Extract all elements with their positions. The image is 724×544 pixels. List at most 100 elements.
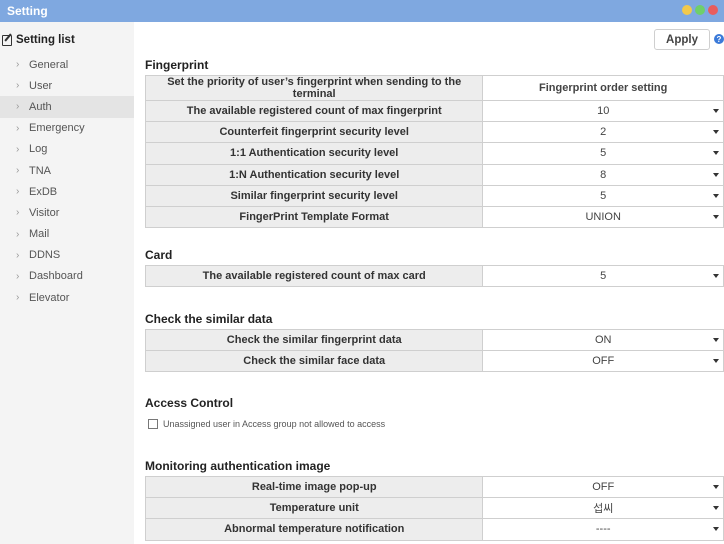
sidebar-item-tna[interactable]: › TNA	[0, 160, 134, 181]
dropdown-arrow-icon	[713, 193, 719, 198]
max-card-select[interactable]: 5	[482, 264, 724, 288]
chevron-right-icon: ›	[16, 165, 20, 177]
setting-label: 1:1 Authentication security level	[144, 142, 484, 165]
setting-label: FingerPrint Template Format	[144, 205, 484, 229]
select-value: 섭씨	[593, 503, 614, 516]
setting-label: 1:N Authentication security level	[144, 163, 484, 186]
select-value: OFF	[592, 355, 615, 368]
sidebar-title: Setting list	[16, 34, 75, 46]
window-title: Setting	[7, 4, 48, 18]
setting-label: The available registered count of max ca…	[144, 264, 484, 288]
close-icon[interactable]	[708, 5, 718, 15]
sidebar-item-exdb[interactable]: › ExDB	[0, 181, 134, 202]
similar-fingerprint-level-select[interactable]: 5	[482, 184, 724, 207]
apply-button[interactable]: Apply	[654, 29, 710, 50]
table-row: 1:1 Authentication security level 5	[144, 142, 724, 165]
checkbox-label: Unassigned user in Access group not allo…	[163, 419, 386, 429]
select-value: 8	[600, 168, 607, 181]
section-title-similar: Check the similar data	[145, 312, 273, 326]
sidebar-item-log[interactable]: › Log	[0, 139, 134, 160]
similar-fingerprint-select[interactable]: ON	[482, 328, 724, 352]
setting-label: Abnormal temperature notification	[144, 518, 484, 541]
abnormal-temperature-select[interactable]: ----	[482, 518, 724, 541]
fingerprint-order-setting-button[interactable]: Fingerprint order setting	[482, 75, 724, 101]
select-value: 10	[597, 105, 610, 118]
table-row: FingerPrint Template Format UNION	[144, 205, 724, 229]
maximize-icon[interactable]	[695, 5, 705, 15]
sidebar-item-label: TNA	[29, 164, 51, 177]
minimize-icon[interactable]	[682, 5, 692, 15]
sidebar-item-label: User	[29, 79, 53, 92]
select-value: ----	[595, 523, 611, 536]
section-title-monitoring: Monitoring authentication image	[145, 459, 331, 473]
chevron-right-icon: ›	[16, 59, 20, 71]
chevron-right-icon: ›	[16, 228, 20, 240]
section-title-fingerprint: Fingerprint	[145, 58, 209, 72]
sidebar-item-label: General	[29, 58, 69, 71]
sidebar-item-visitor[interactable]: › Visitor	[0, 202, 134, 223]
max-fingerprint-select[interactable]: 10	[482, 99, 724, 123]
sidebar-header: Setting list	[2, 34, 75, 46]
sidebar-item-dashboard[interactable]: › Dashboard	[0, 266, 134, 287]
counterfeit-level-select[interactable]: 2	[482, 121, 724, 144]
chevron-right-icon: ›	[16, 143, 20, 155]
table-row: Check the similar fingerprint data ON	[144, 328, 724, 352]
sidebar-item-label: Elevator	[29, 291, 70, 304]
setting-label: Temperature unit	[144, 497, 484, 520]
sidebar-list: › General › User › Auth › Emergency › Log › TN…	[0, 54, 134, 308]
one-to-one-level-select[interactable]: 5	[482, 142, 724, 165]
sidebar-item-auth[interactable]: › Auth	[0, 96, 134, 118]
sidebar-item-label: Auth	[29, 100, 52, 113]
table-row: The available registered count of max ca…	[144, 264, 724, 288]
sidebar-item-ddns[interactable]: › DDNS	[0, 245, 134, 266]
chevron-right-icon: ›	[16, 292, 20, 304]
fingerprint-table: Set the priority of user’s fingerprint w…	[144, 75, 724, 229]
section-title-access-control: Access Control	[145, 396, 234, 410]
temperature-unit-select[interactable]: 섭씨	[482, 497, 724, 520]
card-table: The available registered count of max ca…	[144, 264, 724, 288]
select-value: OFF	[592, 481, 615, 494]
dropdown-arrow-icon	[713, 485, 719, 490]
sidebar-item-emergency[interactable]: › Emergency	[0, 118, 134, 139]
sidebar-item-mail[interactable]: › Mail	[0, 224, 134, 245]
select-value: ON	[594, 334, 612, 347]
table-row: Real-time image pop-up OFF	[144, 475, 724, 499]
edit-list-icon	[2, 34, 12, 46]
chevron-right-icon: ›	[16, 249, 20, 261]
select-value: 5	[600, 147, 607, 160]
dropdown-arrow-icon	[713, 359, 719, 364]
dropdown-arrow-icon	[713, 130, 719, 135]
table-row: Abnormal temperature notification ----	[144, 518, 724, 541]
template-format-select[interactable]: UNION	[482, 205, 724, 229]
help-icon[interactable]: ?	[714, 34, 724, 44]
dropdown-arrow-icon	[713, 274, 719, 279]
sidebar-item-general[interactable]: › General	[0, 54, 134, 75]
select-value: 5	[600, 189, 607, 202]
table-row: Check the similar face data OFF	[144, 350, 724, 373]
monitoring-table: Real-time image pop-up OFF Temperature u…	[144, 475, 724, 541]
table-row: Temperature unit 섭씨	[144, 497, 724, 520]
image-popup-select[interactable]: OFF	[482, 475, 724, 499]
setting-label: Real-time image pop-up	[144, 475, 484, 499]
access-control-checkbox[interactable]	[148, 419, 158, 429]
table-row: The available registered count of max fi…	[144, 99, 724, 123]
sidebar-item-elevator[interactable]: › Elevator	[0, 287, 134, 308]
title-bar: Setting	[0, 0, 724, 22]
dropdown-arrow-icon	[713, 506, 719, 511]
setting-label: Similar fingerprint security level	[144, 184, 484, 207]
one-to-n-level-select[interactable]: 8	[482, 163, 724, 186]
sidebar-item-label: Visitor	[29, 206, 60, 219]
chevron-right-icon: ›	[16, 122, 20, 134]
sidebar-item-label: Dashboard	[29, 270, 83, 283]
sidebar-item-user[interactable]: › User	[0, 75, 134, 96]
similar-face-select[interactable]: OFF	[482, 350, 724, 373]
dropdown-arrow-icon	[713, 172, 719, 177]
sidebar-item-label: Log	[29, 143, 48, 156]
access-control-option[interactable]: Unassigned user in Access group not allo…	[148, 419, 385, 429]
table-row: Set the priority of user’s fingerprint w…	[144, 75, 724, 101]
setting-label: Check the similar fingerprint data	[144, 328, 484, 352]
sidebar-item-label: Mail	[29, 228, 50, 241]
table-row: Similar fingerprint security level 5	[144, 184, 724, 207]
select-value: UNION	[585, 211, 621, 224]
setting-label: Counterfeit fingerprint security level	[144, 121, 484, 144]
